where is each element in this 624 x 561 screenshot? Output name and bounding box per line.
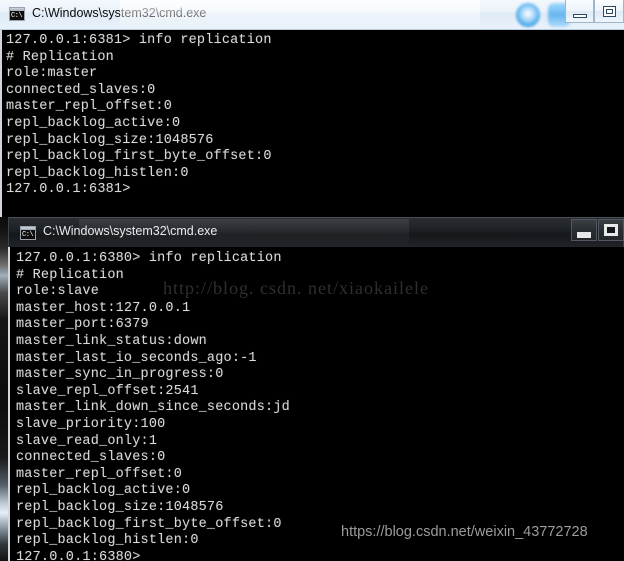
minimize-icon [572,14,587,18]
cmd-window-slave[interactable]: C:\ C:\Windows\system32\cmd.exe 127.0.0.… [8,217,624,561]
icon-titlebar-strip [21,227,35,230]
window-titlebar-slave[interactable]: C:\ C:\Windows\system32\cmd.exe [8,217,624,247]
cmd-console-icon: C:\ [9,7,25,21]
icon-prompt-glyph: C:\ [11,12,23,20]
console-output-slave[interactable]: 127.0.0.1:6380> info replication # Repli… [8,247,624,561]
cmd-window-master[interactable]: C:\ C:\Windows\system32\cmd.exe 127.0.0.… [0,0,624,218]
minimize-icon [577,232,591,238]
window-title-master: C:\Windows\system32\cmd.exe [32,6,207,20]
cmd-console-icon: C:\ [20,226,36,240]
restore-button-master[interactable] [594,0,624,23]
console-output-master[interactable]: 127.0.0.1:6381> info replication # Repli… [0,30,624,218]
window-title-slave: C:\Windows\system32\cmd.exe [43,224,218,238]
restore-button-slave[interactable] [598,219,624,241]
aero-orb-icon [516,3,540,27]
icon-titlebar-strip [10,8,24,11]
console-text-slave: 127.0.0.1:6380> info replication # Repli… [16,251,290,561]
restore-icon [604,224,618,236]
restore-icon [603,6,616,17]
minimize-button-master[interactable] [565,0,594,23]
console-text-master: 127.0.0.1:6381> info replication # Repli… [6,33,272,198]
minimize-button-slave[interactable] [571,219,597,241]
window-titlebar-master[interactable]: C:\ C:\Windows\system32\cmd.exe [0,0,624,30]
icon-prompt-glyph: C:\ [22,231,34,239]
background-window-edge [0,217,8,561]
